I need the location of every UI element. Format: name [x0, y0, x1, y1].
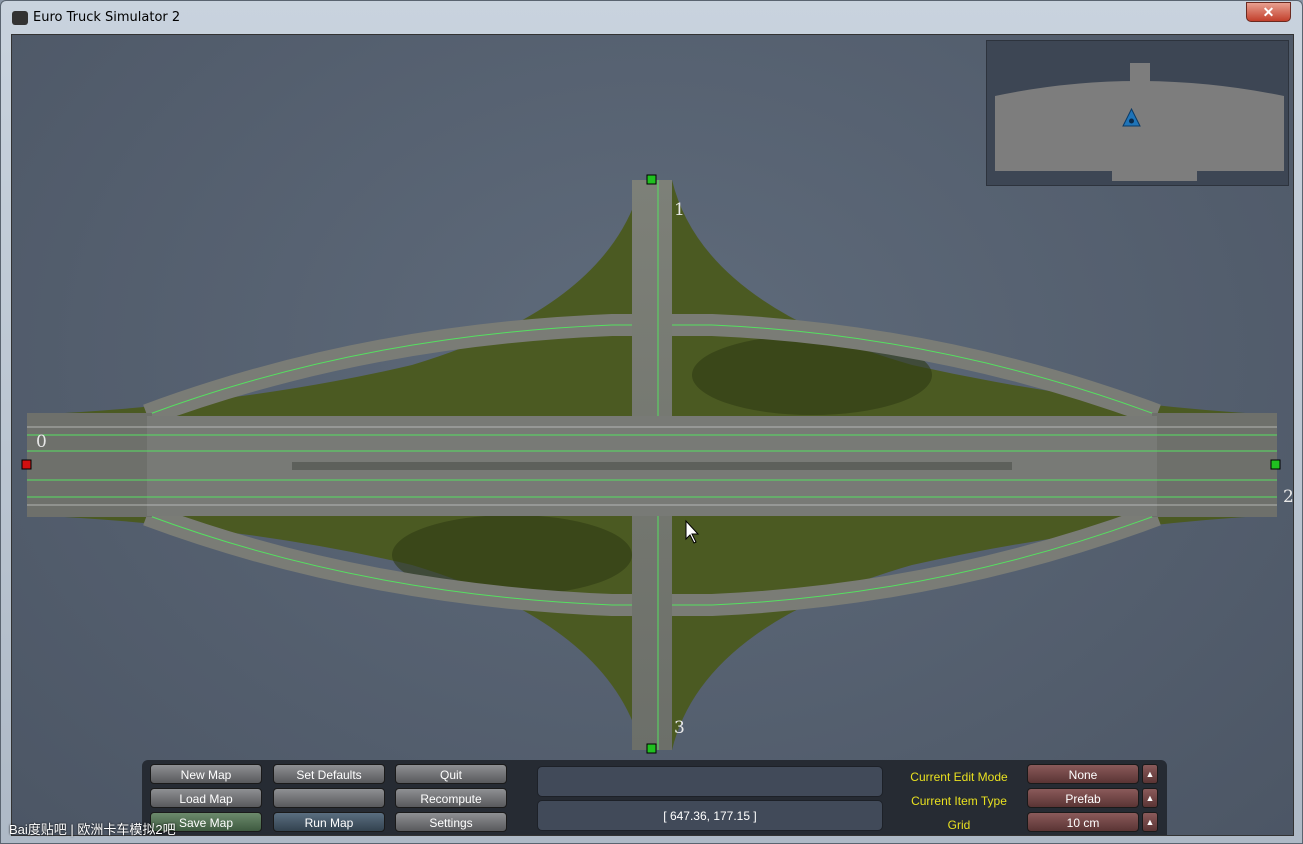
- status-box: [537, 766, 883, 797]
- new-map-button[interactable]: New Map: [150, 764, 262, 784]
- settings-button[interactable]: Settings: [395, 812, 507, 832]
- node-1-marker[interactable]: [646, 174, 657, 185]
- load-map-button[interactable]: Load Map: [150, 788, 262, 808]
- quit-button[interactable]: Quit: [395, 764, 507, 784]
- node-label-0: 0: [36, 432, 47, 452]
- window-title: Euro Truck Simulator 2: [33, 10, 181, 25]
- map-viewport[interactable]: 0 1 2 3 New Map Set Defaults Quit Load M…: [11, 34, 1294, 836]
- grid-up-arrow-icon[interactable]: ▲: [1142, 812, 1158, 832]
- minimap[interactable]: [986, 40, 1289, 186]
- set-defaults-button[interactable]: Set Defaults: [273, 764, 385, 784]
- run-map-button[interactable]: Run Map: [273, 812, 385, 832]
- item-type-up-arrow-icon[interactable]: ▲: [1142, 788, 1158, 808]
- edit-mode-up-arrow-icon[interactable]: ▲: [1142, 764, 1158, 784]
- item-type-label: Current Item Type: [911, 794, 1007, 808]
- edit-mode-label: Current Edit Mode: [910, 770, 1008, 784]
- editor-toolbar: New Map Set Defaults Quit Load Map Recom…: [142, 760, 1167, 835]
- truck-app-icon: [12, 11, 28, 25]
- highway-right: [1152, 413, 1277, 517]
- grid-label: Grid: [947, 818, 971, 832]
- window-frame: Euro Truck Simulator 2 ✕ 0 1 2 3 New Map…: [0, 0, 1303, 844]
- item-type-select[interactable]: Prefab: [1027, 788, 1139, 808]
- title-bar[interactable]: Euro Truck Simulator 2 ✕: [1, 1, 1303, 34]
- blank-button[interactable]: [273, 788, 385, 808]
- watermark: Bai度贴吧 | 欧洲卡车模拟2吧: [9, 822, 176, 837]
- grid-select[interactable]: 10 cm: [1027, 812, 1139, 832]
- node-0-marker[interactable]: [21, 459, 32, 470]
- node-label-1: 1: [674, 200, 685, 220]
- close-button[interactable]: ✕: [1246, 2, 1291, 22]
- edit-mode-select[interactable]: None: [1027, 764, 1139, 784]
- highway-left: [27, 413, 152, 517]
- close-icon: ✕: [1262, 4, 1275, 20]
- node-label-3: 3: [674, 718, 685, 738]
- recompute-button[interactable]: Recompute: [395, 788, 507, 808]
- node-3-marker[interactable]: [646, 743, 657, 754]
- coordinates-readout: [ 647.36, 177.15 ]: [537, 800, 883, 831]
- node-label-2: 2: [1283, 487, 1294, 507]
- node-2-marker[interactable]: [1270, 459, 1281, 470]
